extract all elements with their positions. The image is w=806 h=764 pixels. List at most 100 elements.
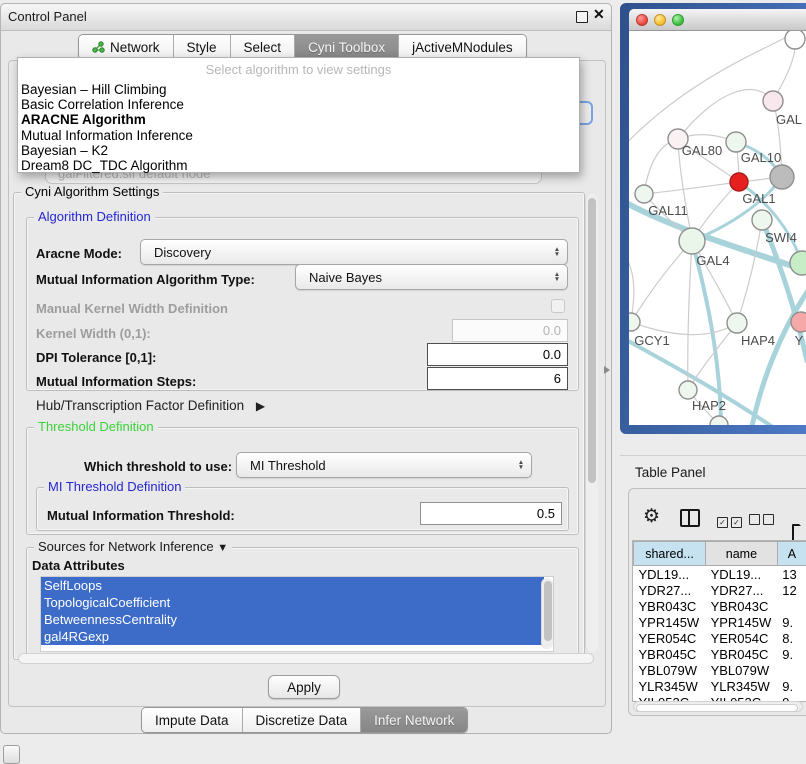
control-panel-title: Control Panel [8,9,87,24]
table-cell: YBR043C [634,598,706,614]
algorithm-option[interactable]: Bayesian – Hill Climbing [18,82,579,97]
float-window-icon[interactable] [576,11,588,23]
table-cell [777,662,806,678]
close-traffic-light-icon[interactable] [636,14,648,26]
deselect-all-columns-icon[interactable] [749,512,777,530]
tab-label: Impute Data [155,713,229,728]
teal-edge[interactable] [751,289,806,425]
table-cell: YDR27... [706,582,778,598]
tab-jactivemnodules[interactable]: jActiveMNodules [399,35,526,59]
data-attribute-item[interactable]: gal4RGexp [41,628,544,645]
tab-label: Infer Network [374,713,454,728]
network-node-gal1[interactable] [730,173,748,191]
data-attribute-item[interactable]: TopologicalCoefficient [41,594,544,611]
dock-panel-icon[interactable] [3,745,20,764]
close-icon[interactable]: ✕ [593,6,605,23]
algorithm-popup-prompt: Select algorithm to view settings [18,58,579,82]
hub-section-toggle[interactable]: Hub/Transcription Factor Definition ▶ [36,398,265,413]
network-node[interactable] [785,31,805,49]
data-attribute-item[interactable]: SelfLoops [41,577,544,594]
algorithm-option[interactable]: Bayesian – K2 [18,143,579,158]
tab-label: jActiveMNodules [412,40,513,55]
dpi-tolerance-field[interactable]: 0.0 [427,343,568,366]
table-horizontal-scrollbar[interactable] [633,701,803,712]
settings-gear-icon[interactable]: ⚙ [643,505,660,528]
network-window[interactable]: GALGAL80GAL10GAL1GAL11SWI4GAL4GCY1HAP4YH… [629,9,806,425]
which-threshold-combo[interactable]: MI Threshold ▲▼ [236,452,532,478]
network-node[interactable] [790,251,806,275]
mi-threshold-field[interactable]: 0.5 [420,502,562,525]
table-cell: 8. [777,630,806,646]
gray-edge[interactable] [629,246,634,322]
attributes-list-scrollbar[interactable] [541,578,553,649]
minimize-traffic-light-icon[interactable] [654,14,666,26]
node-table[interactable]: shared...nameAYDL19...YDL19...13YDR27...… [632,540,806,702]
algorithm-option[interactable]: Basic Correlation Inference [18,97,579,112]
tab-select[interactable]: Select [231,35,296,59]
network-node-gal11[interactable] [635,185,653,203]
network-node[interactable] [770,165,794,189]
table-row[interactable]: YBR045CYBR045C9. [634,646,806,662]
gray-edge[interactable] [678,89,773,139]
gray-edge[interactable] [644,182,739,194]
settings-vertical-scrollbar[interactable] [585,194,598,652]
tab-label: Style [187,40,217,55]
table-row[interactable]: YDR27...YDR27...12 [634,582,806,598]
algorithm-popup: Select algorithm to view settings Bayesi… [17,57,580,173]
network-node-gal[interactable] [763,91,783,111]
mi-steps-field[interactable]: 6 [427,367,568,390]
table-cell: YDL19... [706,566,778,583]
gray-edge[interactable] [737,220,762,323]
settings-horizontal-scrollbar[interactable] [18,653,594,664]
column-layout-icon[interactable] [680,509,700,527]
data-attribute-item[interactable]: BetweennessCentrality [41,611,544,628]
mi-type-combo[interactable]: Naive Bayes ▲▼ [295,264,568,290]
algorithm-option[interactable]: Mutual Information Inference [18,128,579,143]
node-label: GAL4 [696,253,729,268]
table-row[interactable]: YBL079WYBL079W [634,662,806,678]
apply-button[interactable]: Apply [268,675,340,699]
gray-edge[interactable] [688,241,692,390]
network-canvas[interactable]: GALGAL80GAL10GAL1GAL11SWI4GAL4GCY1HAP4YH… [629,31,806,425]
network-node-hap4[interactable] [727,313,747,333]
table-cell: 13 [777,566,806,583]
network-node-y[interactable] [791,312,806,332]
table-row[interactable]: YLR345WYLR345W9. [634,678,806,694]
tab-impute-data[interactable]: Impute Data [142,708,243,732]
select-all-columns-icon[interactable]: ✓✓ [717,512,745,530]
tab-label: Cyni Toolbox [308,40,385,55]
network-node-swi4[interactable] [752,210,772,230]
tab-cyni-toolbox[interactable]: Cyni Toolbox [295,35,399,59]
control-panel-titlebar [0,3,612,31]
table-row[interactable]: YDL19...YDL19...13 [634,566,806,583]
network-node-gcy1[interactable] [629,313,640,331]
tab-network[interactable]: Network [79,35,174,59]
zoom-traffic-light-icon[interactable] [672,14,684,26]
kernel-width-field[interactable]: 0.0 [452,319,568,342]
algorithm-option[interactable]: ARACNE Algorithm [18,112,579,127]
table-row[interactable]: YER054CYER054C8. [634,630,806,646]
manual-kernel-checkbox[interactable] [551,299,565,313]
aracne-mode-combo[interactable]: Discovery ▲▼ [140,239,568,265]
node-label: GAL10 [741,150,781,165]
tab-style[interactable]: Style [174,35,231,59]
algorithm-option[interactable]: Dream8 DC_TDC Algorithm [18,158,579,173]
sources-group-title[interactable]: Sources for Network Inference ▼ [34,539,232,554]
network-window-titlebar[interactable] [629,9,806,31]
gray-edge[interactable] [631,241,692,322]
table-column-header[interactable]: A [777,542,806,566]
table-row[interactable]: YBR043CYBR043C [634,598,806,614]
table-column-header[interactable]: name [706,542,778,566]
network-node-gal10[interactable] [726,132,746,152]
node-label: Y [795,333,804,348]
network-node-hap2[interactable] [679,381,697,399]
splitter-handle-icon[interactable] [604,366,610,374]
mi-steps-label: Mutual Information Steps: [36,374,196,389]
network-node-gal4[interactable] [679,228,705,254]
tab-discretize-data[interactable]: Discretize Data [243,708,362,732]
table-row[interactable]: YPR145WYPR145W9. [634,614,806,630]
bottom-tab-bar: Impute Data Discretize Data Infer Network [141,707,468,733]
tab-infer-network[interactable]: Infer Network [361,708,467,732]
tab-label: Network [110,40,160,55]
table-column-header[interactable]: shared... [634,542,706,566]
